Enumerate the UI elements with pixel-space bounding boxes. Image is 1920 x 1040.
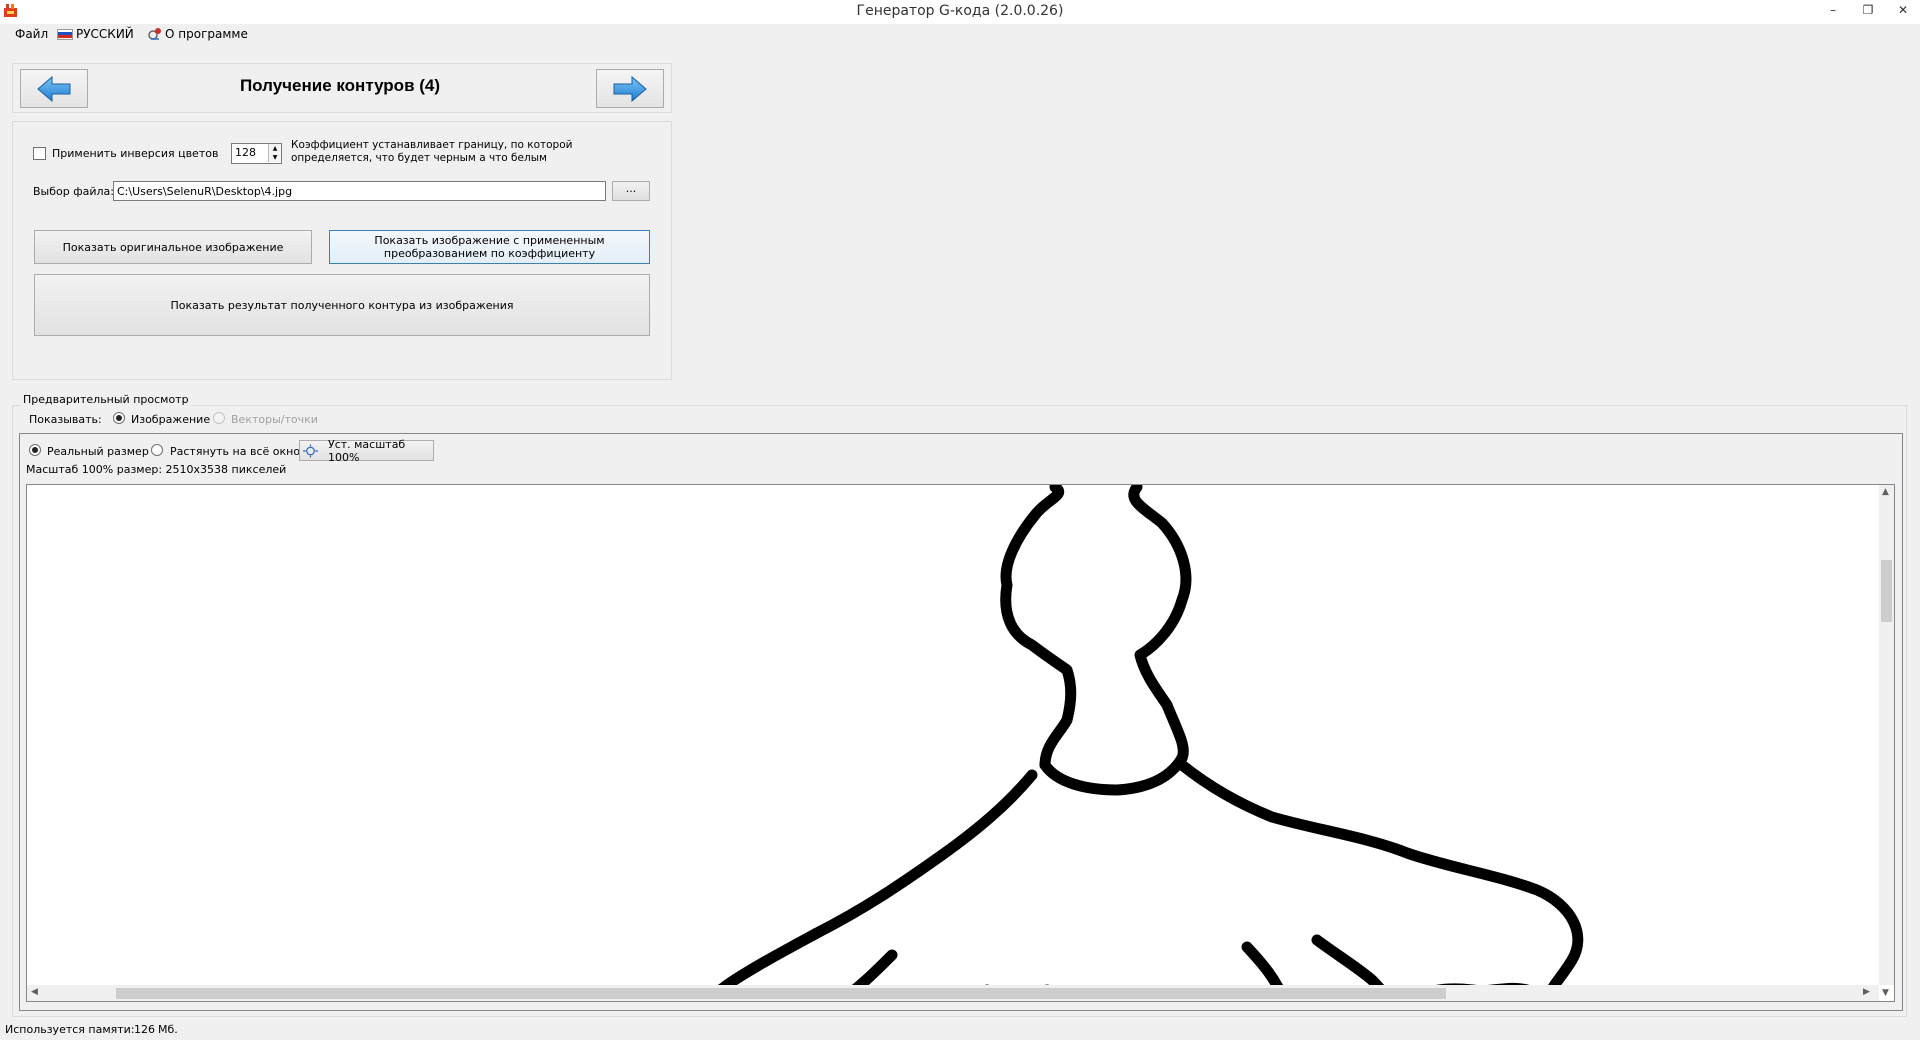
arrow-left-icon	[37, 75, 71, 102]
show-mode-label: Показывать:	[29, 413, 102, 426]
size-real-radio[interactable]	[29, 444, 41, 456]
scale-info: Масштаб 100% размер: 2510x3538 пикселей	[26, 463, 287, 476]
menu-file-label: Файл	[15, 27, 49, 41]
horizontal-scroll-thumb[interactable]	[116, 988, 1446, 999]
help-icon	[148, 28, 161, 40]
contour-image	[688, 485, 1584, 1001]
close-icon[interactable]: ✕	[1886, 0, 1920, 20]
memory-unit: Мб.	[158, 1023, 178, 1036]
invert-colors-label: Применить инверсия цветов	[52, 147, 219, 160]
show-threshold-button[interactable]: Показать изображение с примененным преоб…	[329, 230, 650, 264]
show-threshold-label: Показать изображение с примененным преоб…	[374, 234, 605, 260]
set-scale-label: Уст. масштаб 100%	[327, 437, 406, 464]
mode-image-radio[interactable]	[113, 412, 125, 424]
file-path-input[interactable]	[113, 181, 606, 201]
threshold-hint: Коэффициент устанавливает границу, по ко…	[291, 139, 573, 164]
preview-group-label: Предварительный просмотр	[21, 393, 191, 406]
threshold-value[interactable]: 128	[235, 146, 256, 159]
memory-value: 126	[134, 1023, 155, 1036]
window-title: Генератор G-кода (2.0.0.26)	[856, 3, 1064, 19]
preview-canvas[interactable]	[26, 484, 1895, 1002]
fit-scale-icon	[303, 443, 318, 458]
scroll-left-icon[interactable]: ◀	[31, 987, 38, 997]
size-real-label: Реальный размер	[47, 445, 149, 458]
browse-button[interactable]: ...	[612, 181, 650, 201]
back-button[interactable]	[20, 69, 88, 108]
vertical-scroll-thumb[interactable]	[1881, 560, 1892, 622]
menu-bar	[0, 24, 1920, 46]
vertical-scrollbar[interactable]: ▲	[1879, 485, 1894, 985]
scroll-up-icon[interactable]: ▲	[1882, 487, 1889, 497]
mode-image-label: Изображение	[131, 413, 211, 426]
next-button[interactable]	[596, 69, 664, 108]
menu-file[interactable]: Файл	[15, 27, 48, 41]
show-contour-label: Показать результат полученного контура и…	[170, 298, 514, 312]
show-contour-button[interactable]: Показать результат полученного контура и…	[34, 274, 650, 336]
stepper-up-icon[interactable]: ▲	[268, 144, 281, 153]
file-label: Выбор файла:	[33, 185, 114, 198]
mode-vectors-label: Векторы/точки	[231, 413, 318, 426]
menu-about[interactable]: О программе	[148, 27, 248, 41]
mode-vectors-radio[interactable]	[213, 412, 225, 424]
russian-flag-icon	[57, 28, 73, 40]
show-original-button[interactable]: Показать оригинальное изображение	[34, 230, 312, 264]
scroll-right-icon[interactable]: ▶	[1863, 987, 1870, 997]
size-stretch-label: Растянуть на всё окно	[170, 445, 301, 458]
horizontal-scrollbar[interactable]: ◀ ▶	[27, 985, 1879, 1001]
scroll-down-icon[interactable]: ▼	[1882, 988, 1889, 998]
arrow-right-icon	[613, 75, 647, 102]
size-stretch-radio[interactable]	[151, 444, 163, 456]
restore-icon[interactable]: ❐	[1851, 0, 1885, 20]
menu-language[interactable]: РУССКИЙ	[57, 27, 134, 41]
menu-about-label: О программе	[165, 27, 248, 41]
show-original-label: Показать оригинальное изображение	[62, 240, 284, 254]
menu-language-label: РУССКИЙ	[76, 27, 134, 41]
invert-colors-checkbox[interactable]	[33, 147, 46, 160]
minimize-icon[interactable]: –	[1816, 0, 1850, 20]
memory-label: Используется памяти:	[5, 1023, 135, 1036]
status-bar	[0, 1018, 1920, 1040]
step-title: Получение контуров (4)	[239, 76, 441, 95]
stepper-down-icon[interactable]: ▼	[268, 153, 281, 162]
set-scale-button[interactable]: Уст. масштаб 100%	[299, 437, 434, 464]
